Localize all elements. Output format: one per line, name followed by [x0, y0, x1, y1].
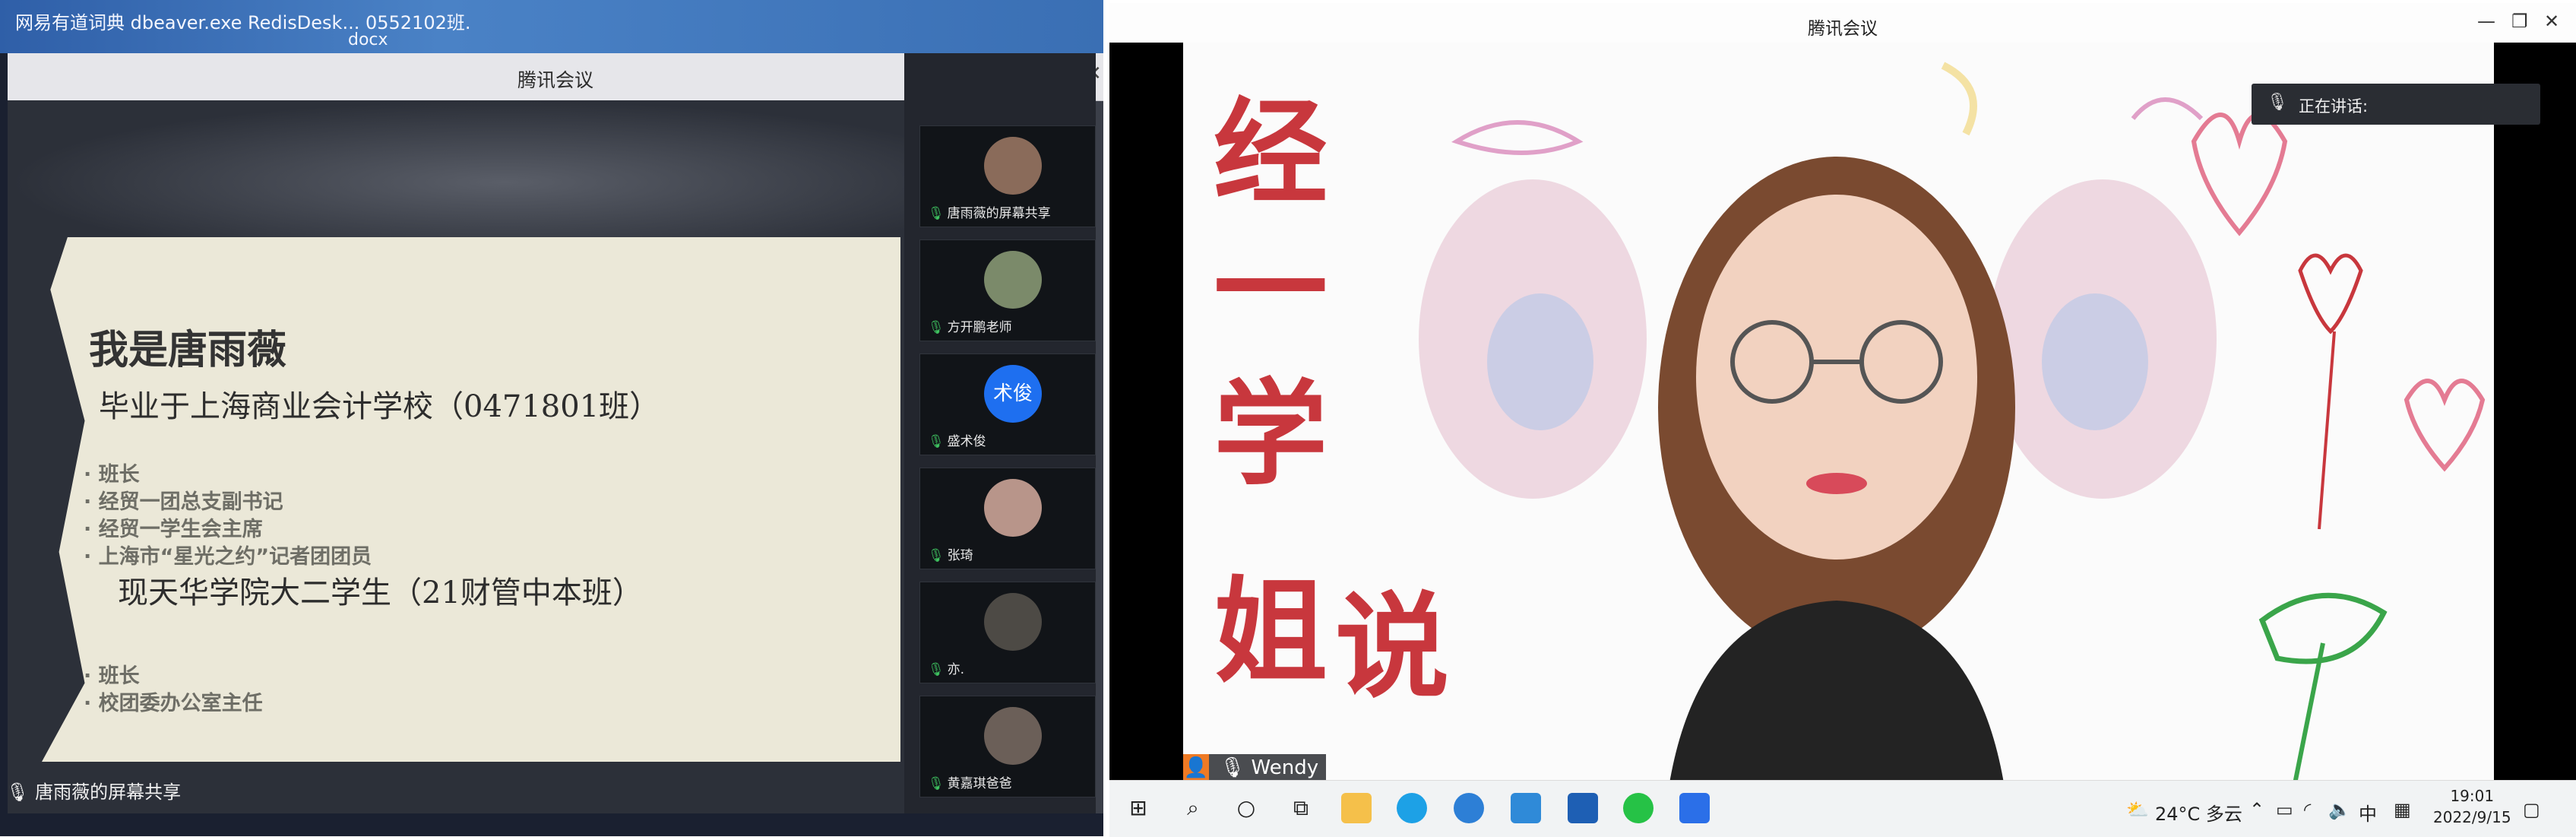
titlebar: 腾讯会议 — ❐ ✕ — [1109, 3, 2576, 43]
weather-icon[interactable]: ⛅ — [2126, 799, 2149, 820]
clock[interactable]: 19:01 2022/9/15 — [2433, 785, 2511, 828]
windows-taskbar: ⊞ ⌕ ○ ⧉ ⛅ 24°C 多云 ⌃ ▭ ◜ 🔈 中 ▦ 19:01 2022… — [1109, 780, 2576, 837]
avatar — [984, 707, 1042, 765]
screen-share-area: 我是唐雨薇 毕业于上海商业会计学校（0471801班） · 班长 · 经贸一团总… — [8, 100, 912, 813]
desktop-text: 网易有道词典 dbeaver.exe RedisDesk... 0552102班… — [15, 12, 471, 33]
avatar — [984, 479, 1042, 537]
avatar — [984, 593, 1042, 651]
participant-tile[interactable]: 🎙 张琦 — [919, 468, 1096, 569]
participant-name: 亦. — [947, 662, 964, 677]
speaking-label: 正在讲话: — [2299, 97, 2369, 116]
wechat-icon[interactable] — [1623, 793, 1654, 823]
clock-time: 19:01 — [2450, 787, 2495, 805]
video-name-tag: 👤 🎙 Wendy — [1183, 754, 1327, 782]
minimize-icon[interactable]: — — [2477, 11, 2495, 32]
slide-bullet: · 上海市“星光之约”记者团团员 — [84, 545, 372, 569]
participant-name: 方开鹏老师 — [947, 320, 1012, 335]
window-title: 腾讯会议 — [1808, 19, 1878, 39]
task-view-icon[interactable]: ⧉ — [1286, 793, 1316, 823]
network-icon[interactable]: ◜ — [2304, 799, 2311, 820]
slide-bullet: · 校团委办公室主任 — [84, 692, 263, 715]
close-icon[interactable]: ✕ — [2544, 11, 2559, 32]
avatar — [984, 251, 1042, 309]
avatar — [984, 137, 1042, 195]
participant-name: 唐雨薇的屏幕共享 — [947, 206, 1051, 221]
slide-heading: 我是唐雨薇 — [89, 327, 287, 373]
mic-icon: 🎙 — [928, 206, 945, 221]
notification-icon[interactable]: ▢ — [2523, 799, 2540, 820]
presentation-slide: 我是唐雨薇 毕业于上海商业会计学校（0471801班） · 班长 · 经贸一团总… — [42, 237, 900, 762]
mic-icon: 🎙 — [6, 782, 30, 803]
ie-icon[interactable] — [1454, 793, 1484, 823]
chevron-up-icon[interactable]: ⌃ — [2249, 799, 2264, 820]
participant-tile[interactable]: 🎙 亦. — [919, 582, 1096, 683]
calligraphy-char: 说 — [1335, 580, 1450, 714]
participant-tile[interactable]: 术俊 🎙 盛术俊 — [919, 354, 1096, 455]
volume-icon[interactable]: 🔈 — [2328, 799, 2351, 820]
slide-bullet: · 班长 — [84, 664, 140, 688]
calligraphy-char: 学 — [1214, 367, 1328, 501]
mic-icon: 🎙 — [928, 320, 945, 335]
shadow — [8, 100, 912, 237]
slide-line2: 现天华学院大二学生（21财管中本班） — [118, 575, 643, 610]
file-explorer-icon[interactable] — [1341, 793, 1372, 823]
windows-start-icon[interactable]: ⊞ — [1123, 793, 1154, 823]
calligraphy-char: 姐 — [1214, 565, 1328, 699]
store-icon[interactable] — [1568, 793, 1598, 823]
participant-name: Wendy — [1251, 756, 1319, 779]
cortana-icon[interactable]: ○ — [1231, 793, 1261, 823]
search-icon[interactable]: ⌕ — [1178, 793, 1208, 823]
avatar: 术俊 — [984, 365, 1042, 423]
mic-icon: 🎙 — [928, 548, 945, 563]
mail-icon[interactable] — [1511, 793, 1541, 823]
participant-tile[interactable]: 🎙 黄嘉琪爸爸 — [919, 696, 1096, 797]
calligraphy-char: 经 — [1214, 86, 1328, 220]
avatar-text: 术俊 — [992, 382, 1033, 405]
participant-tile[interactable]: 🎙 方开鹏老师 — [919, 239, 1096, 341]
tencent-meeting-icon[interactable] — [1679, 793, 1710, 823]
monitor-photo: 网易有道词典 dbeaver.exe RedisDesk... 0552102班… — [0, 0, 1103, 836]
speaking-indicator: 🎙 正在讲话: — [2252, 84, 2540, 125]
keyboard-icon[interactable]: ▦ — [2394, 799, 2411, 820]
slide-bullet: · 班长 — [84, 463, 140, 487]
mic-icon: 🎙 — [928, 434, 945, 449]
mic-icon: 🎙 — [928, 776, 945, 791]
participant-name: 盛术俊 — [947, 434, 986, 449]
ime-indicator[interactable]: 中 — [2359, 799, 2377, 826]
slide-bullet: · 经贸一学生会主席 — [84, 518, 263, 541]
mic-icon: 🎙 — [2267, 93, 2288, 112]
user-icon: 👤 — [1183, 754, 1209, 782]
slide-bullet: · 经贸一团总支副书记 — [84, 490, 283, 514]
desktop-strip: 网易有道词典 dbeaver.exe RedisDesk... 0552102班… — [0, 0, 1103, 53]
desktop-icon-labels: 网易有道词典 dbeaver.exe RedisDesk... 0552102班… — [15, 8, 471, 49]
weather-text[interactable]: 24°C 多云 — [2155, 799, 2242, 826]
share-label-text: 唐雨薇的屏幕共享 — [35, 782, 182, 803]
participant-name: 张琦 — [947, 548, 973, 563]
restore-icon[interactable]: ❐ — [2511, 11, 2528, 32]
edge-icon[interactable] — [1397, 793, 1427, 823]
speaker-video: 经 一 学 姐 说 — [1183, 43, 2494, 783]
mic-icon: 🎙 — [928, 662, 945, 677]
share-label: 🎙 唐雨薇的屏幕共享 — [6, 777, 181, 804]
participant-tile[interactable]: 🎙 唐雨薇的屏幕共享 — [919, 125, 1096, 227]
slide-line1: 毕业于上海商业会计学校（0471801班） — [99, 389, 660, 424]
clock-date: 2022/9/15 — [2433, 808, 2511, 826]
participant-name: 黄嘉琪爸爸 — [947, 776, 1012, 791]
battery-icon[interactable]: ▭ — [2276, 799, 2293, 820]
desktop-text-sub: docx — [348, 30, 388, 49]
mic-icon: 🎙 — [1220, 756, 1245, 779]
calligraphy-char: 一 — [1214, 223, 1328, 357]
meeting-window: 腾讯会议 — ❐ ✕ 经 一 学 姐 说 🎙 正在讲话: 👤 🎙 Wendy — [1109, 3, 2576, 836]
